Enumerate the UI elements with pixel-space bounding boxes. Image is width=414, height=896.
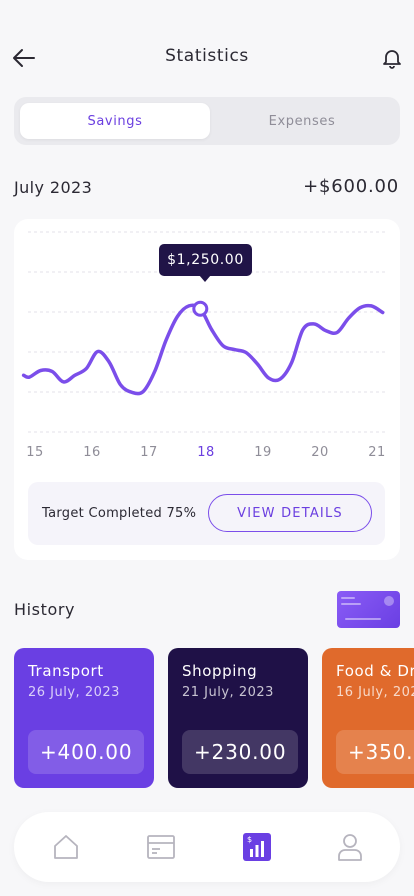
- chart-x-tick: 16: [83, 445, 101, 460]
- period-label: July 2023: [14, 178, 93, 197]
- history-card-amount: +350.00: [336, 730, 414, 774]
- target-completed-text: Target Completed 75%: [42, 506, 197, 521]
- tab-expenses[interactable]: Expenses: [210, 103, 394, 139]
- savings-series-line: [21, 303, 385, 396]
- nav-home-icon[interactable]: [51, 832, 81, 862]
- chart-x-tick: 15: [26, 445, 44, 460]
- history-card-food-drinks[interactable]: Food & Drinks 16 July, 2023 +350.00: [322, 648, 414, 788]
- bottom-nav: $: [14, 812, 400, 882]
- view-details-button[interactable]: VIEW DETAILS: [208, 494, 372, 532]
- history-card-amount: +400.00: [28, 730, 145, 774]
- history-card-date: 16 July, 2023: [336, 685, 414, 700]
- chart-x-tick: 21: [368, 445, 386, 460]
- history-card-date: 21 July, 2023: [182, 685, 274, 700]
- chart-x-tick: 17: [140, 445, 158, 460]
- card-chip-icon: [384, 596, 394, 606]
- credit-card-thumbnail[interactable]: [337, 591, 400, 628]
- savings-expenses-toggle: Savings Expenses: [14, 97, 400, 145]
- history-card-name: Transport: [28, 662, 104, 680]
- chart-tooltip: $1,250.00: [159, 244, 252, 276]
- nav-card-icon[interactable]: [146, 832, 176, 862]
- bell-icon[interactable]: [380, 46, 404, 70]
- chart-x-tick: 19: [254, 445, 272, 460]
- history-card-shopping[interactable]: Shopping 21 July, 2023 +230.00: [168, 648, 308, 788]
- history-title: History: [14, 600, 76, 619]
- history-list: Transport 26 July, 2023 +400.00 Shopping…: [14, 648, 414, 788]
- history-card-transport[interactable]: Transport 26 July, 2023 +400.00: [14, 648, 154, 788]
- target-panel: Target Completed 75% VIEW DETAILS: [28, 482, 385, 545]
- chart-tooltip-arrow: [199, 275, 211, 282]
- history-card-date: 26 July, 2023: [28, 685, 120, 700]
- chart-x-tick: 20: [311, 445, 329, 460]
- chart-highlight-point[interactable]: [192, 300, 209, 317]
- chart-x-axis: 15 16 17 18 19 20 21: [14, 445, 400, 465]
- chart-x-tick: 18: [197, 445, 215, 460]
- card-number-mark: [345, 618, 381, 620]
- history-card-name: Shopping: [182, 662, 258, 680]
- chart-card: $1,250.00 15 16 17 18 19 20 21 Target Complete…: [14, 219, 400, 560]
- card-balance-mark: [341, 603, 361, 605]
- page-title: Statistics: [165, 46, 249, 66]
- period-total: +$600.00: [303, 176, 399, 197]
- nav-profile-icon[interactable]: [335, 832, 365, 862]
- tab-savings[interactable]: Savings: [20, 103, 210, 139]
- svg-text:$: $: [247, 835, 252, 844]
- history-card-amount: +230.00: [182, 730, 299, 774]
- history-card-name: Food & Drinks: [336, 662, 414, 680]
- card-brand-mark: [341, 597, 355, 599]
- nav-statistics-icon[interactable]: $: [242, 832, 272, 862]
